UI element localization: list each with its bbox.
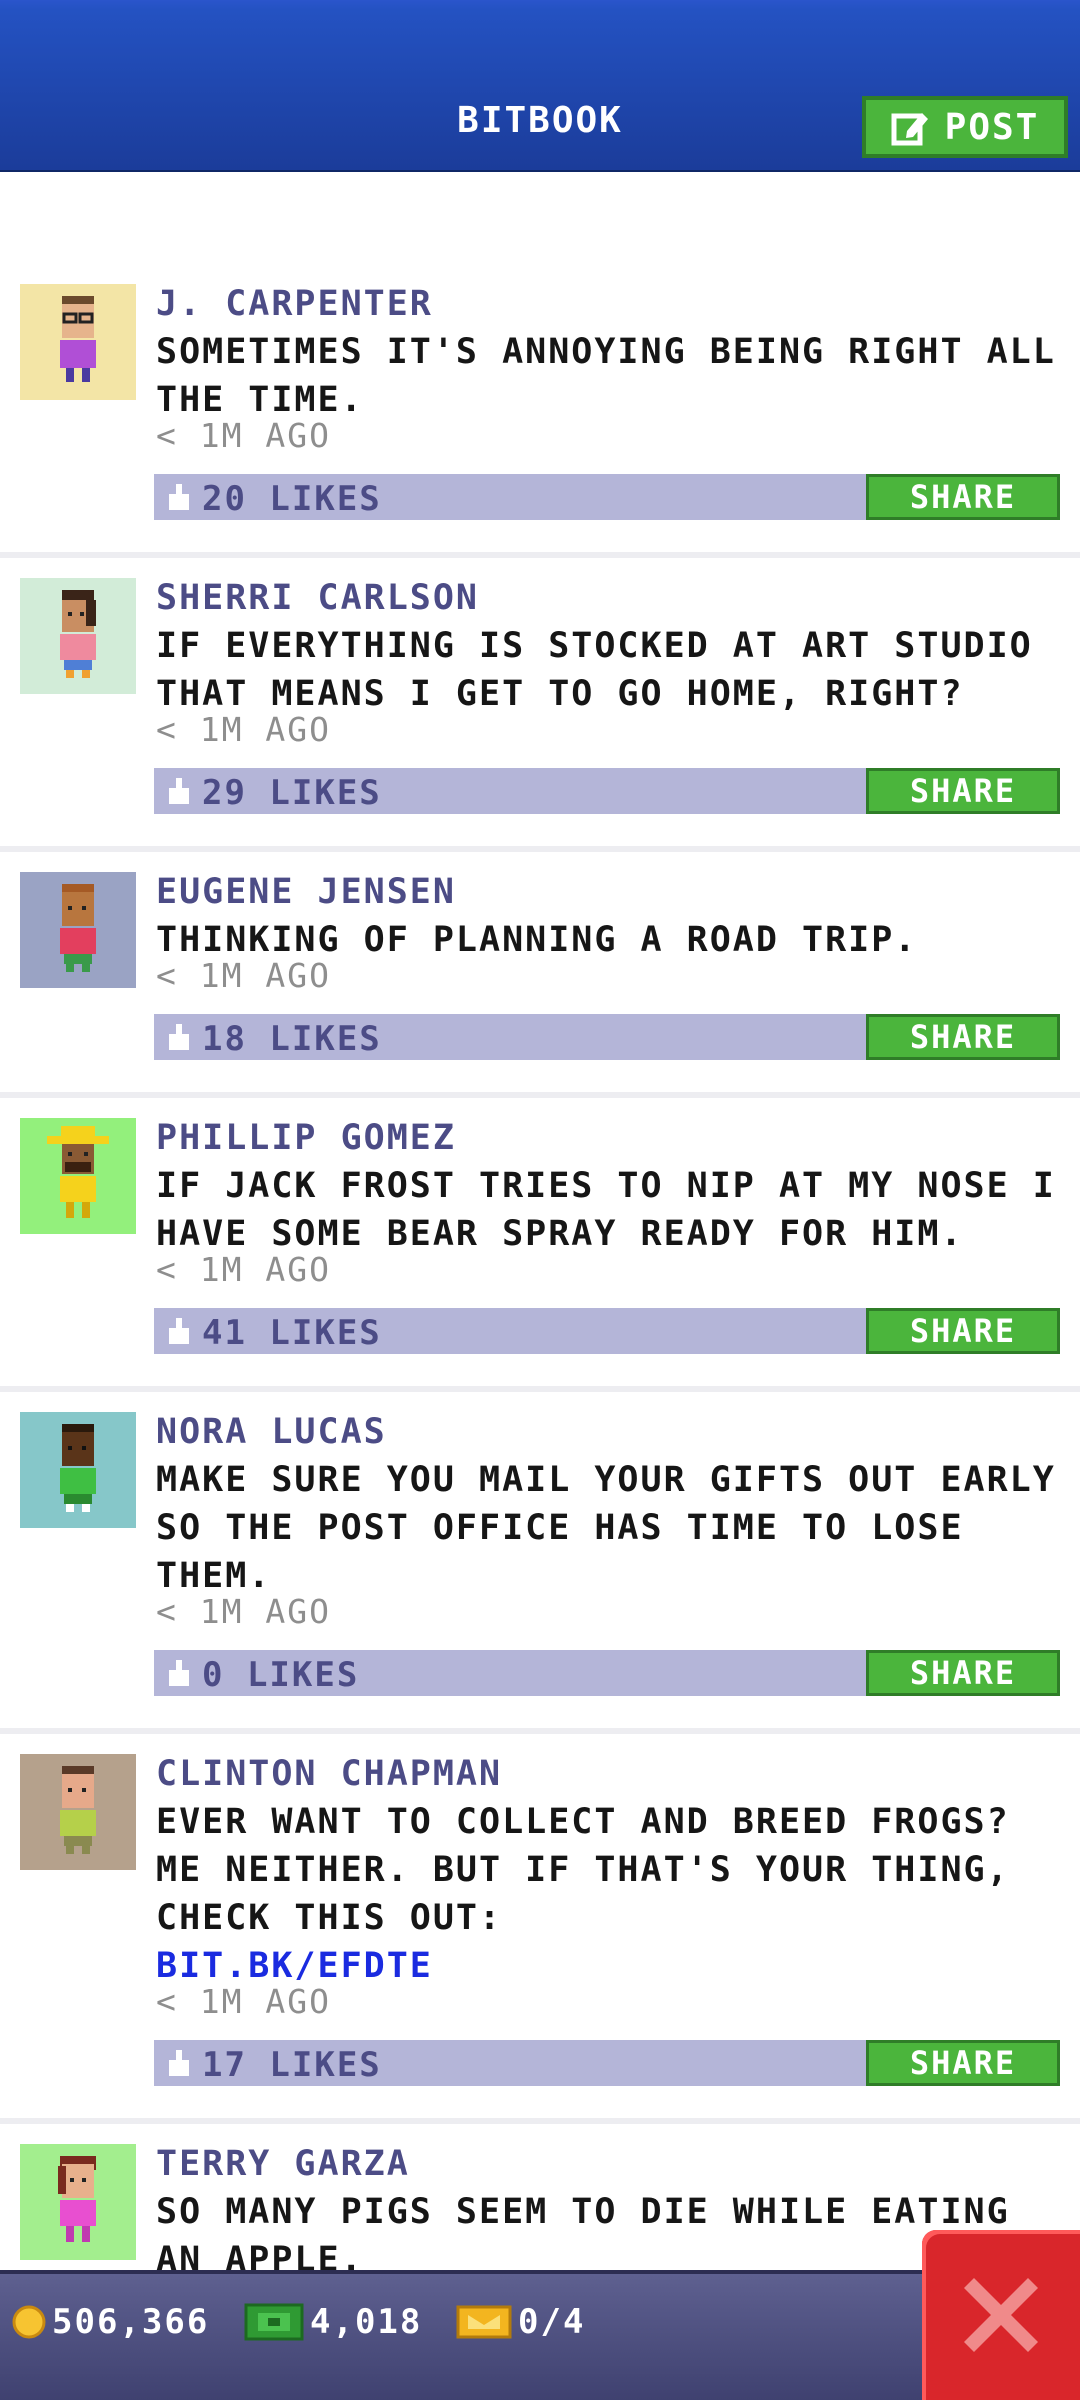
post-time: < 1M AGO (156, 1592, 331, 1631)
feed-post: SHERRI CARLSON IF EVERYTHING IS STOCKED … (0, 558, 1080, 852)
post-text: IF EVERYTHING IS STOCKED AT ART STUDIO T… (156, 626, 1033, 714)
feed-post: EUGENE JENSEN THINKING OF PLANNING A ROA… (0, 852, 1080, 1098)
feed-post: J. CARPENTER SOMETIMES IT'S ANNOYING BEI… (0, 264, 1080, 558)
post-author[interactable]: EUGENE JENSEN (156, 872, 456, 912)
likes-count: 41 LIKES (202, 1313, 382, 1353)
avatar[interactable] (20, 284, 136, 400)
likes-bar: 17 LIKES SHARE (154, 2040, 1060, 2086)
post-time: < 1M AGO (156, 956, 331, 995)
coin-icon (12, 2305, 46, 2339)
post-author[interactable]: NORA LUCAS (156, 1412, 387, 1452)
post-author[interactable]: SHERRI CARLSON (156, 578, 479, 618)
bux-icon (244, 2303, 304, 2341)
person-avatar-icon (60, 1766, 96, 1854)
feed[interactable]: J. CARPENTER SOMETIMES IT'S ANNOYING BEI… (0, 170, 1080, 2270)
post-time: < 1M AGO (156, 1982, 331, 2021)
post-text: MAKE SURE YOU MAIL YOUR GIFTS OUT EARLY … (156, 1460, 1056, 1596)
person-avatar-icon (58, 2156, 96, 2242)
thumbs-up-icon (169, 1024, 189, 1050)
status-footer: 506,366 4,018 0/4 (0, 2270, 1080, 2400)
post-link[interactable]: BIT.BK/EFDTE (156, 1946, 433, 1986)
likes-count: 20 LIKES (202, 479, 382, 519)
likes-count: 17 LIKES (202, 2045, 382, 2085)
share-button[interactable]: SHARE (866, 474, 1060, 520)
likes-count: 29 LIKES (202, 773, 382, 813)
share-button[interactable]: SHARE (866, 768, 1060, 814)
bux-value: 4,018 (310, 2302, 423, 2342)
likes-bar: 29 LIKES SHARE (154, 768, 1060, 814)
compose-icon (891, 113, 928, 146)
person-avatar-icon (60, 296, 96, 382)
likes-bar: 41 LIKES SHARE (154, 1308, 1060, 1354)
close-icon (964, 2278, 1038, 2352)
feed-post: PHILLIP GOMEZ IF JACK FROST TRIES TO NIP… (0, 1098, 1080, 1392)
post-button-label: POST (944, 106, 1040, 148)
close-button[interactable] (922, 2230, 1080, 2400)
person-avatar-icon (60, 884, 96, 972)
feed-post: CLINTON CHAPMAN EVER WANT TO COLLECT AND… (0, 1734, 1080, 2124)
bux-counter: 4,018 (244, 2302, 422, 2342)
post-text: SOMETIMES IT'S ANNOYING BEING RIGHT ALL … (156, 332, 1056, 420)
likes-bar: 18 LIKES SHARE (154, 1014, 1060, 1060)
share-button[interactable]: SHARE (866, 1308, 1060, 1354)
post-button[interactable]: POST (862, 96, 1068, 158)
person-avatar-icon (60, 590, 96, 678)
ticket-icon (456, 2305, 512, 2339)
post-text: EVER WANT TO COLLECT AND BREED FROGS? ME… (156, 1798, 1066, 1990)
avatar[interactable] (20, 872, 136, 988)
share-button[interactable]: SHARE (866, 2040, 1060, 2086)
thumbs-up-icon (169, 1660, 189, 1686)
app-header: BITBOOK POST (0, 0, 1080, 172)
share-button[interactable]: SHARE (866, 1014, 1060, 1060)
post-author[interactable]: PHILLIP GOMEZ (156, 1118, 456, 1158)
post-time: < 1M AGO (156, 416, 331, 455)
post-text: IF JACK FROST TRIES TO NIP AT MY NOSE I … (156, 1166, 1056, 1254)
thumbs-up-icon (169, 2050, 189, 2076)
thumbs-up-icon (169, 1318, 189, 1344)
post-time: < 1M AGO (156, 1250, 331, 1289)
post-author[interactable]: TERRY GARZA (156, 2144, 410, 2184)
person-avatar-icon (47, 1126, 109, 1218)
tickets-value: 0/4 (518, 2302, 586, 2342)
likes-bar: 20 LIKES SHARE (154, 474, 1060, 520)
avatar[interactable] (20, 1754, 136, 1870)
likes-bar: 0 LIKES SHARE (154, 1650, 1060, 1696)
feed-post: TERRY GARZA SO MANY PIGS SEEM TO DIE WHI… (0, 2124, 1080, 2270)
thumbs-up-icon (169, 778, 189, 804)
tickets-counter: 0/4 (456, 2302, 585, 2342)
avatar[interactable] (20, 1118, 136, 1234)
likes-count: 18 LIKES (202, 1019, 382, 1059)
post-text-body: EVER WANT TO COLLECT AND BREED FROGS? ME… (156, 1802, 1010, 1938)
coins-counter: 506,366 (12, 2302, 209, 2342)
avatar[interactable] (20, 578, 136, 694)
feed-post: NORA LUCAS MAKE SURE YOU MAIL YOUR GIFTS… (0, 1392, 1080, 1734)
likes-count: 0 LIKES (202, 1655, 360, 1695)
post-time: < 1M AGO (156, 710, 331, 749)
avatar[interactable] (20, 1412, 136, 1528)
person-avatar-icon (60, 1424, 96, 1512)
coins-value: 506,366 (52, 2302, 210, 2342)
thumbs-up-icon (169, 484, 189, 510)
avatar[interactable] (20, 2144, 136, 2260)
share-button[interactable]: SHARE (866, 1650, 1060, 1696)
post-author[interactable]: J. CARPENTER (156, 284, 433, 324)
post-author[interactable]: CLINTON CHAPMAN (156, 1754, 502, 1794)
